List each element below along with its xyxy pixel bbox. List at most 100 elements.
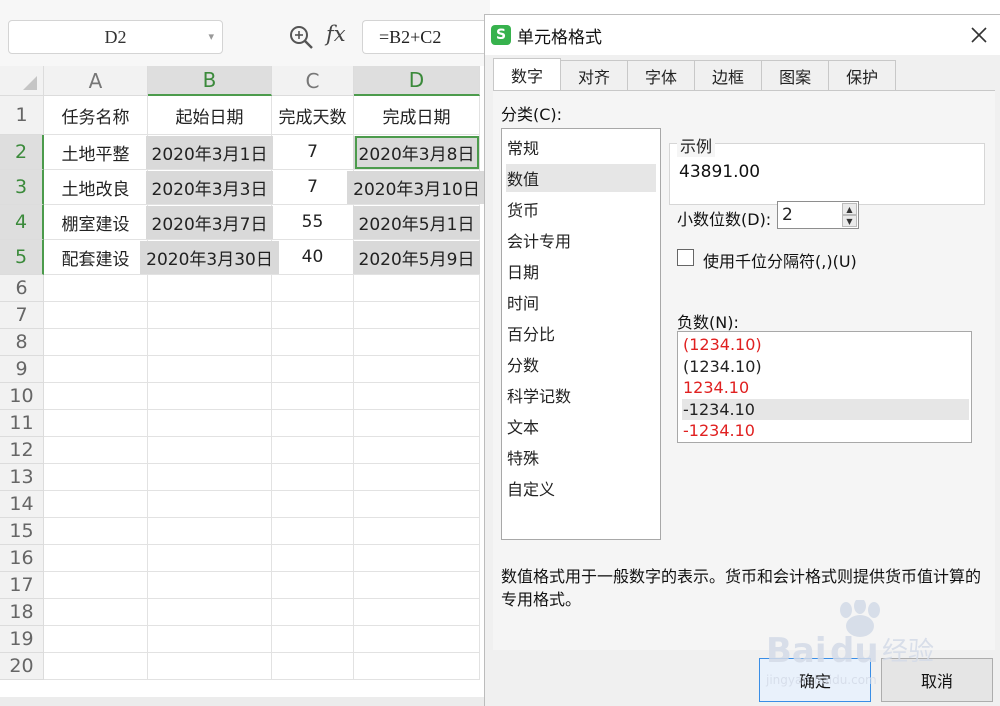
cell-d7[interactable]: [354, 302, 480, 329]
cell-d10[interactable]: [354, 383, 480, 410]
column-header-c[interactable]: C: [272, 66, 354, 96]
cell-c15[interactable]: [272, 518, 354, 545]
negative-format-option[interactable]: (1234.10): [682, 356, 969, 377]
tab-5[interactable]: 保护: [828, 60, 897, 90]
select-all-corner[interactable]: [0, 66, 44, 96]
row-header[interactable]: 6: [0, 275, 44, 302]
cell-b6[interactable]: [148, 275, 272, 302]
cell-c20[interactable]: [272, 653, 354, 680]
cell-d9[interactable]: [354, 356, 480, 383]
cell-b2[interactable]: 2020年3月1日: [145, 135, 274, 170]
cell-a3[interactable]: 土地改良: [44, 170, 148, 205]
cell-a7[interactable]: [44, 302, 148, 329]
cell-c13[interactable]: [272, 464, 354, 491]
cell-a2[interactable]: 土地平整: [44, 135, 148, 170]
cell-d20[interactable]: [354, 653, 480, 680]
cell-a10[interactable]: [44, 383, 148, 410]
cell-d18[interactable]: [354, 599, 480, 626]
negative-format-option[interactable]: -1234.10: [682, 398, 969, 420]
tab-3[interactable]: 边框: [694, 60, 763, 90]
negative-numbers-list[interactable]: (1234.10) (1234.10) 1234.10 -1234.10 -1234.1…: [677, 331, 972, 443]
cell-d4[interactable]: 2020年5月1日: [352, 205, 481, 240]
category-item[interactable]: 日期: [506, 257, 656, 285]
cell-a9[interactable]: [44, 356, 148, 383]
cell-d12[interactable]: [354, 437, 480, 464]
cell-b12[interactable]: [148, 437, 272, 464]
cell-d17[interactable]: [354, 572, 480, 599]
column-header-b[interactable]: B: [148, 66, 272, 96]
tab-0[interactable]: 数字: [493, 58, 562, 90]
row-header[interactable]: 7: [0, 302, 44, 329]
zoom-icon[interactable]: [288, 24, 314, 50]
row-header[interactable]: 13: [0, 464, 44, 491]
category-item[interactable]: 货币: [506, 195, 656, 223]
row-header[interactable]: 10: [0, 383, 44, 410]
close-icon[interactable]: [969, 25, 989, 45]
negative-format-option[interactable]: -1234.10: [682, 420, 969, 441]
cell-b19[interactable]: [148, 626, 272, 653]
row-header[interactable]: 3: [0, 170, 44, 205]
row-header[interactable]: 8: [0, 329, 44, 356]
cell-b9[interactable]: [148, 356, 272, 383]
cell-a4[interactable]: 棚室建设: [44, 205, 148, 240]
tab-2[interactable]: 字体: [627, 60, 696, 90]
cell-b4[interactable]: 2020年3月7日: [145, 205, 274, 240]
cell-d19[interactable]: [354, 626, 480, 653]
row-header[interactable]: 20: [0, 653, 44, 680]
cell-d11[interactable]: [354, 410, 480, 437]
cell-c7[interactable]: [272, 302, 354, 329]
cell-c14[interactable]: [272, 491, 354, 518]
cell-c6[interactable]: [272, 275, 354, 302]
category-item[interactable]: 分数: [506, 350, 656, 378]
name-box[interactable]: D2 ▾: [8, 20, 223, 54]
cell-b10[interactable]: [148, 383, 272, 410]
spin-up-icon[interactable]: ▲: [842, 203, 857, 215]
category-list[interactable]: 常规 数值 货币 会计专用 日期 时间 百分比 分数 科学记数 文本 特殊 自定义: [501, 128, 661, 540]
spin-down-icon[interactable]: ▼: [842, 215, 857, 227]
row-header[interactable]: 15: [0, 518, 44, 545]
category-item[interactable]: 数值: [506, 164, 656, 192]
cell-d16[interactable]: [354, 545, 480, 572]
cell-c16[interactable]: [272, 545, 354, 572]
cell-a1[interactable]: 任务名称: [44, 96, 148, 135]
row-header[interactable]: 1: [0, 96, 44, 135]
cell-d3[interactable]: 2020年3月10日: [347, 170, 486, 205]
cell-b7[interactable]: [148, 302, 272, 329]
tab-1[interactable]: 对齐: [560, 60, 629, 90]
cell-c3[interactable]: 7: [272, 170, 354, 205]
cell-c8[interactable]: [272, 329, 354, 356]
cell-b8[interactable]: [148, 329, 272, 356]
formula-input[interactable]: =B2+C2: [362, 20, 490, 54]
cell-a17[interactable]: [44, 572, 148, 599]
category-item[interactable]: 时间: [506, 288, 656, 316]
cell-a20[interactable]: [44, 653, 148, 680]
cell-a6[interactable]: [44, 275, 148, 302]
cell-b1[interactable]: 起始日期: [148, 96, 272, 135]
row-header[interactable]: 2: [0, 135, 44, 170]
row-header[interactable]: 12: [0, 437, 44, 464]
negative-format-option[interactable]: (1234.10): [682, 334, 969, 355]
cell-b20[interactable]: [148, 653, 272, 680]
cell-b14[interactable]: [148, 491, 272, 518]
cell-c12[interactable]: [272, 437, 354, 464]
category-item[interactable]: 会计专用: [506, 226, 656, 254]
category-item[interactable]: 文本: [506, 412, 656, 440]
cell-a18[interactable]: [44, 599, 148, 626]
cell-b16[interactable]: [148, 545, 272, 572]
cell-c5[interactable]: 40: [272, 240, 354, 275]
row-header[interactable]: 18: [0, 599, 44, 626]
category-item[interactable]: 特殊: [506, 443, 656, 471]
decimal-places-stepper[interactable]: 2 ▲ ▼: [777, 201, 859, 229]
cell-c11[interactable]: [272, 410, 354, 437]
cell-d6[interactable]: [354, 275, 480, 302]
cell-a11[interactable]: [44, 410, 148, 437]
category-item[interactable]: 科学记数: [506, 381, 656, 409]
category-item[interactable]: 百分比: [506, 319, 656, 347]
row-header[interactable]: 9: [0, 356, 44, 383]
thousands-separator-checkbox[interactable]: [677, 249, 694, 266]
chevron-down-icon[interactable]: ▾: [208, 30, 214, 43]
tab-4[interactable]: 图案: [761, 60, 830, 90]
cell-a5[interactable]: 配套建设: [44, 240, 148, 275]
row-header[interactable]: 11: [0, 410, 44, 437]
cell-b17[interactable]: [148, 572, 272, 599]
